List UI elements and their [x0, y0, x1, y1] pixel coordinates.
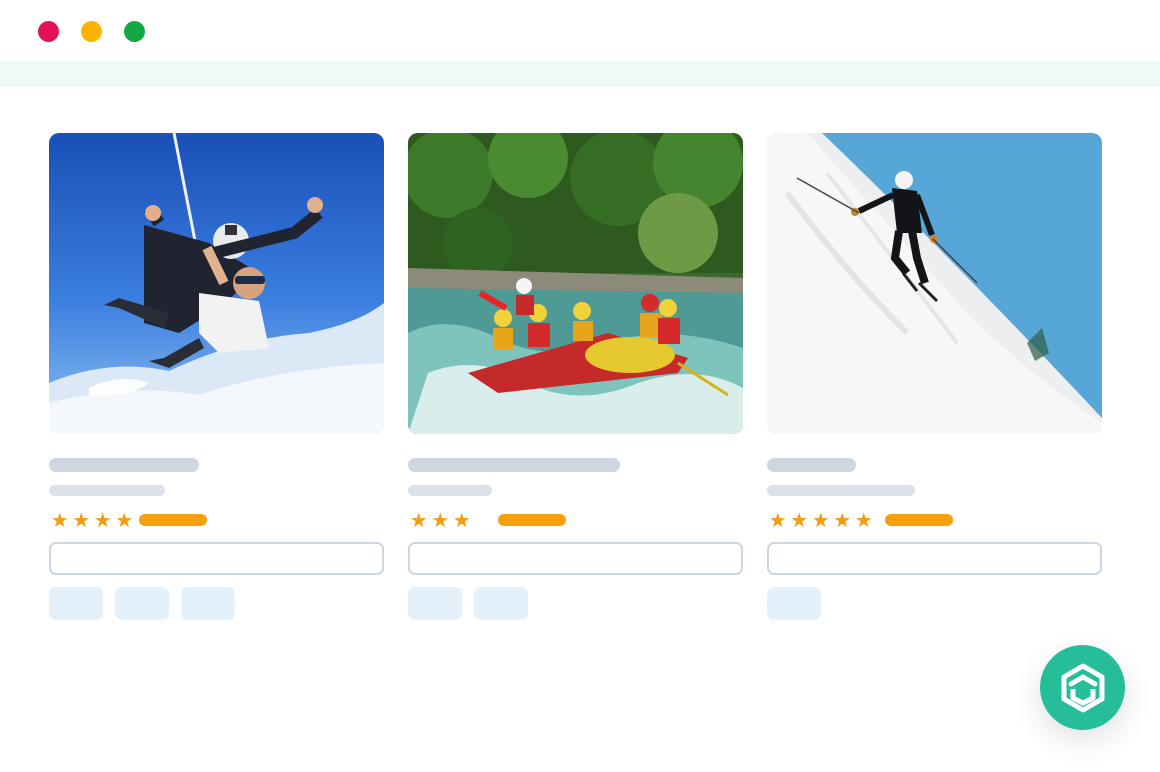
card-subtitle-placeholder [408, 485, 492, 496]
minimize-button[interactable] [81, 21, 102, 42]
star-icon: ★ [93, 508, 112, 532]
card-subtitle-placeholder [767, 485, 915, 496]
tag-chip[interactable] [474, 587, 528, 620]
card-title-placeholder [767, 458, 856, 472]
star-rating: ★ ★ ★ ★ ★ [767, 510, 875, 530]
rating: ★ ★ ★ [408, 510, 566, 530]
card-subtitle-placeholder [49, 485, 165, 496]
star-icon: ★ [833, 508, 852, 532]
booking-input[interactable] [408, 542, 743, 575]
star-icon: ★ [854, 508, 873, 532]
tag-list [408, 587, 528, 620]
rating: ★ ★ ★ ★ ★ [767, 510, 953, 530]
tag-chip[interactable] [49, 587, 103, 620]
widget-launcher-button[interactable] [1040, 645, 1125, 730]
star-icon: ★ [452, 508, 471, 532]
window-controls [38, 21, 145, 42]
star-icon: ★ [790, 508, 809, 532]
tag-chip[interactable] [115, 587, 169, 620]
activity-card[interactable]: ★ ★ ★ ★ [49, 133, 384, 620]
star-rating: ★ ★ ★ [408, 510, 473, 530]
hexagon-box-icon [1061, 663, 1104, 712]
booking-input[interactable] [49, 542, 384, 575]
booking-input[interactable] [767, 542, 1102, 575]
rating-count-placeholder [139, 514, 207, 526]
star-icon: ★ [431, 508, 450, 532]
address-bar [0, 61, 1160, 87]
tag-list [49, 587, 235, 620]
tag-chip[interactable] [767, 587, 821, 620]
close-button[interactable] [38, 21, 59, 42]
card-title-placeholder [408, 458, 620, 472]
star-icon: ★ [50, 508, 69, 532]
app-window: ★ ★ ★ ★ ★ ★ ★ ★ ★ ★ ★ ★ [0, 0, 1160, 772]
star-icon: ★ [768, 508, 787, 532]
rafting-photo[interactable] [408, 133, 743, 434]
star-icon: ★ [115, 508, 134, 532]
star-rating: ★ ★ ★ ★ [49, 510, 135, 530]
activity-card[interactable]: ★ ★ ★ [408, 133, 743, 620]
rating-count-placeholder [497, 514, 566, 526]
skiing-photo[interactable] [767, 133, 1102, 434]
tag-chip[interactable] [408, 587, 462, 620]
rating: ★ ★ ★ ★ [49, 510, 207, 530]
card-title-placeholder [49, 458, 199, 472]
skydiving-photo[interactable] [49, 133, 384, 434]
rating-count-placeholder [884, 514, 953, 526]
activity-card[interactable]: ★ ★ ★ ★ ★ [767, 133, 1102, 620]
tag-list [767, 587, 821, 620]
tag-chip[interactable] [181, 587, 235, 620]
star-icon: ★ [409, 508, 428, 532]
star-icon: ★ [811, 508, 830, 532]
maximize-button[interactable] [124, 21, 145, 42]
star-icon: ★ [72, 508, 91, 532]
